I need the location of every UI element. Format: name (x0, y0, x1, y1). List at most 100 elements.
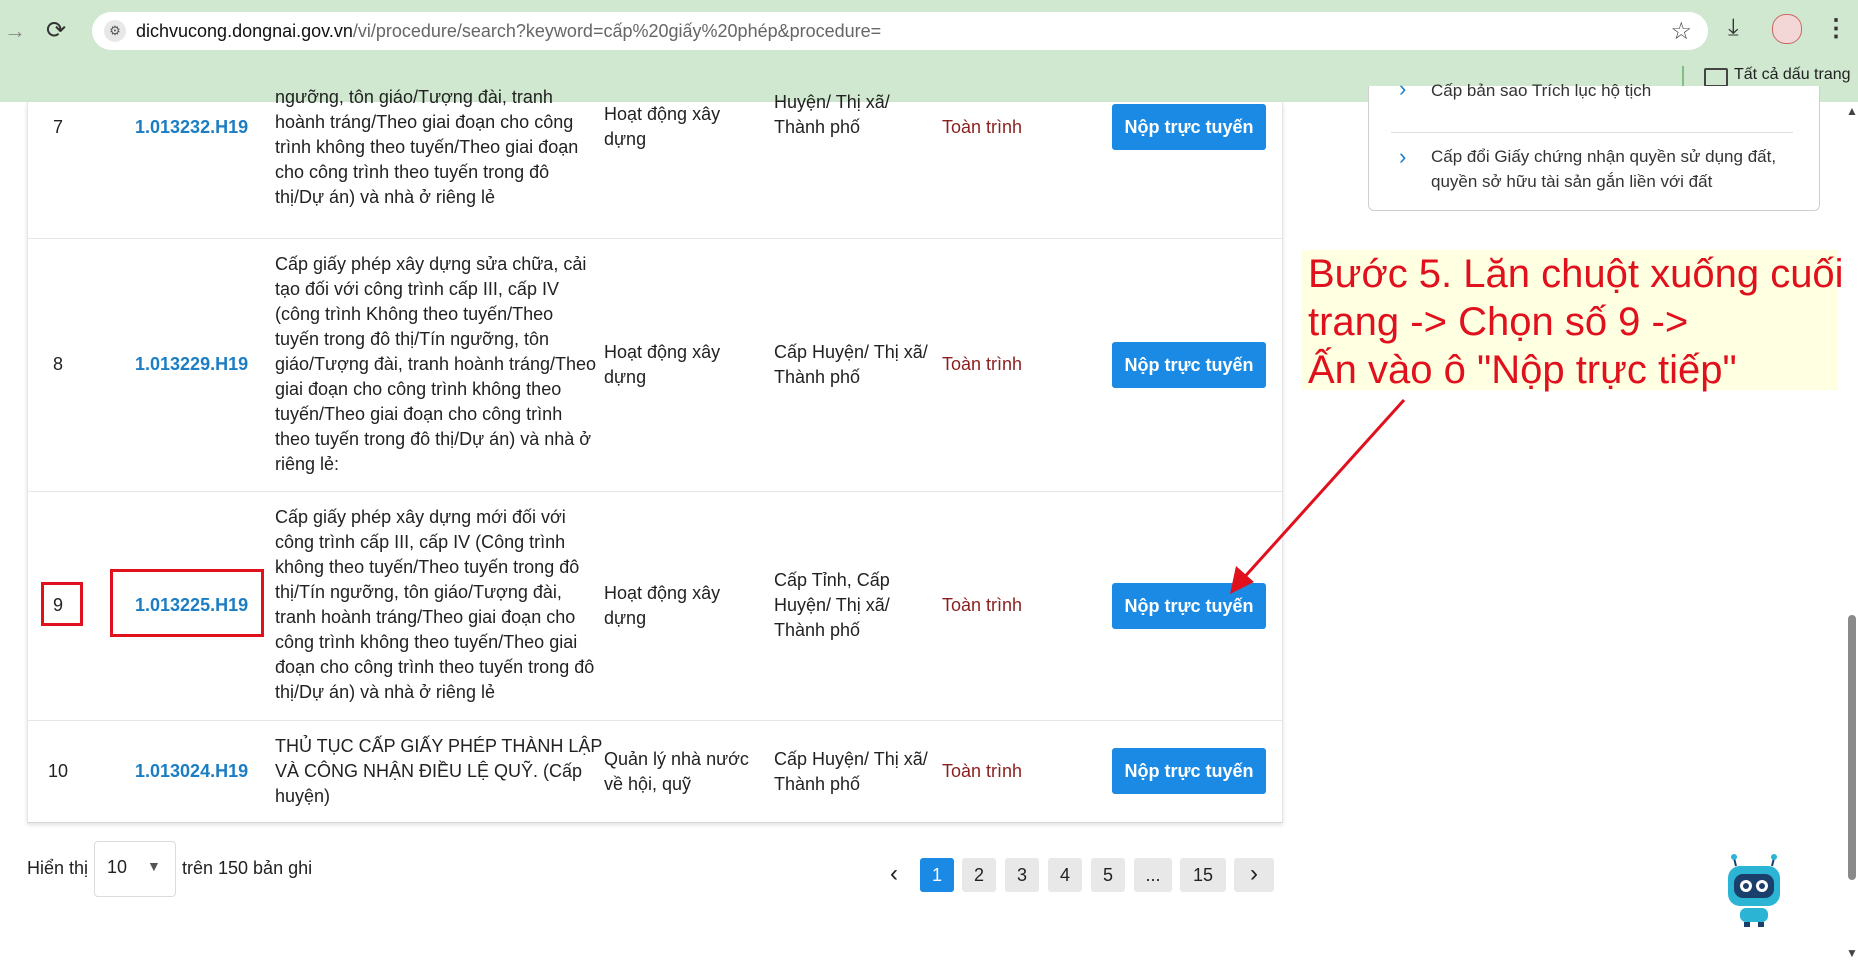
field-line: Quản lý nhà nước (604, 749, 749, 769)
name-line: thị/Dự án) và nhà ở riêng lẻ (275, 187, 495, 207)
highlight-procedure-code (110, 569, 264, 637)
name-line: cho công trình theo tuyến trong đô (275, 162, 550, 182)
page-size-label: Hiển thị (27, 858, 89, 878)
procedure-table: 7 1.013232.H19 ngưỡng, tôn giáo/Tượng đà… (27, 87, 1283, 823)
name-line: giai đoạn cho công trình không theo (275, 379, 562, 399)
pagination-prev-icon[interactable]: ‹ (874, 858, 914, 892)
procedure-type: Toàn trình (942, 595, 1023, 615)
bookmark-divider (1682, 66, 1684, 88)
panel-divider (1391, 132, 1793, 133)
name-line: THỦ TỤC CẤP GIẤY PHÉP THÀNH LẬP (275, 736, 603, 756)
address-bar[interactable]: ⚙ dichvucong.dongnai.gov.vn/vi/procedure… (92, 12, 1708, 50)
pagination-page[interactable]: 1 (920, 858, 954, 892)
procedure-name[interactable]: Cấp giấy phép xây dựng sửa chữa, cải tạo… (275, 252, 615, 477)
tutorial-annotation: Bước 5. Lăn chuột xuống cuối trang -> Ch… (1302, 250, 1844, 392)
scroll-down-icon[interactable]: ▼ (1846, 946, 1858, 960)
level-line: Thành phố (774, 774, 861, 794)
download-icon[interactable]: ⤓ (1728, 14, 1739, 42)
procedure-name[interactable]: THỦ TỤC CẤP GIẤY PHÉP THÀNH LẬP VÀ CÔNG … (275, 734, 615, 809)
pagination-page[interactable]: 3 (1005, 858, 1039, 892)
annotation-line: Bước 5. Lăn chuột xuống cuối (1308, 252, 1844, 296)
link-line: Cấp đổi Giấy chứng nhận quyền sử dụng đấ… (1431, 147, 1777, 166)
level-line: Thành phố (774, 367, 861, 387)
row-number: 7 (52, 117, 63, 137)
pagination-next-icon[interactable]: › (1234, 858, 1274, 892)
site-settings-icon[interactable]: ⚙ (104, 20, 126, 42)
name-line: giáo/Tượng đài, tranh hoành tráng/Theo (275, 354, 597, 374)
scroll-up-icon[interactable]: ▲ (1846, 104, 1858, 118)
pagination-page[interactable]: 4 (1048, 858, 1082, 892)
procedure-level: Cấp Huyện/ Thị xã/ Thành phố (774, 340, 934, 390)
name-line: tạo đối với công trình cấp III, cấp IV (275, 279, 559, 299)
related-procedure-link[interactable]: Cấp đổi Giấy chứng nhận quyền sử dụng đấ… (1431, 144, 1776, 194)
name-line: công trình không theo tuyến/Theo giai (275, 632, 578, 652)
name-line: thị/Tín ngưỡng, tôn giáo/Tượng đài, (275, 582, 562, 602)
name-line: thị/Dự án) và nhà ở riêng lẻ (275, 682, 495, 702)
level-line: Thành phố (774, 620, 861, 640)
pagination-page[interactable]: 2 (962, 858, 996, 892)
bookmark-star-icon[interactable]: ☆ (1670, 17, 1692, 46)
annotation-line: Ấn vào ô "Nộp trực tiếp" (1308, 348, 1737, 392)
all-bookmarks-link[interactable]: Tất cả dấu trang (1734, 66, 1851, 84)
pagination-ellipsis[interactable]: ... (1134, 858, 1172, 892)
submit-online-button[interactable]: Nộp trực tuyến (1112, 342, 1266, 388)
level-line: Cấp Huyện/ Thị xã/ (774, 749, 928, 769)
more-menu-icon[interactable]: ⋮ (1824, 14, 1848, 43)
name-line: VÀ CÔNG NHẬN ĐIỀU LỆ QUỸ. (Cấp (275, 761, 583, 781)
related-procedure-link[interactable]: Cấp bản sao Trích lục hộ tịch (1431, 78, 1651, 103)
pagination-page[interactable]: 15 (1180, 858, 1226, 892)
name-line: (công trình Không theo tuyến/Theo (275, 304, 554, 324)
robot-assistant-icon[interactable] (1722, 852, 1786, 928)
field-line: dựng (604, 608, 647, 628)
name-line: Cấp giấy phép xây dựng mới đối với (275, 507, 566, 527)
url-host: dichvucong.dongnai.gov.vn (136, 21, 353, 41)
page-size-select[interactable]: 10 ▼ (94, 841, 176, 897)
level-line: Huyện/ Thị xã/ (774, 595, 890, 615)
procedure-field: Hoạt động xây dựng (604, 340, 754, 390)
folder-icon (1704, 68, 1728, 87)
name-line: theo tuyến trong đô thị/Dự án) và nhà ở (275, 429, 592, 449)
procedure-level: Cấp Huyện/ Thị xã/ Thành phố (774, 747, 934, 797)
submit-online-button[interactable]: Nộp trực tuyến (1112, 583, 1266, 629)
procedure-name[interactable]: Cấp giấy phép xây dựng mới đối với công … (275, 505, 615, 705)
reload-icon[interactable]: ⟳ (46, 16, 66, 45)
url-text[interactable]: dichvucong.dongnai.gov.vn/vi/procedure/s… (136, 21, 881, 42)
profile-avatar-icon[interactable] (1772, 14, 1802, 44)
submit-online-button[interactable]: Nộp trực tuyến (1112, 104, 1266, 150)
level-line: Thành phố (774, 117, 861, 137)
procedure-type: Toàn trình (942, 354, 1023, 374)
procedure-level: Huyện/ Thị xã/ Thành phố (774, 90, 934, 140)
name-line: không theo tuyến/Theo tuyến trong đô (275, 557, 580, 577)
pagination-page[interactable]: 5 (1091, 858, 1125, 892)
highlight-row-number (41, 582, 83, 626)
total-records-label: trên 150 bản ghi (182, 858, 313, 878)
scrollbar-thumb[interactable] (1848, 615, 1856, 880)
annotation-line: trang -> Chọn số 9 -> (1308, 300, 1689, 344)
chevron-right-icon: › (1399, 144, 1407, 169)
name-line: tuyến/Theo giai đoạn cho công trình (275, 404, 563, 424)
row-number: 8 (52, 354, 63, 374)
name-line: tuyến trong đô thị/Tín ngưỡng, tôn (275, 329, 550, 349)
name-line: riêng lẻ: (275, 454, 340, 474)
field-line: dựng (604, 367, 647, 387)
procedure-code-link[interactable]: 1.013229.H19 (135, 352, 248, 377)
procedure-code-link[interactable]: 1.013024.H19 (135, 759, 248, 784)
name-line: công trình cấp III, cấp IV (Công trình (275, 532, 566, 552)
name-line: huyện) (275, 786, 331, 806)
name-line: trình không theo tuyến/Theo giai đoạn (275, 137, 579, 157)
procedure-code-link[interactable]: 1.013232.H19 (135, 115, 248, 140)
url-path: /vi/procedure/search?keyword=cấp%20giấy%… (352, 21, 882, 41)
submit-online-button[interactable]: Nộp trực tuyến (1112, 748, 1266, 794)
page-size-value: 10 (107, 857, 128, 877)
procedure-field: Hoạt động xây dựng (604, 102, 754, 152)
forward-arrow-icon[interactable]: → (4, 18, 26, 44)
level-line: Huyện/ Thị xã/ (774, 92, 890, 112)
name-line: hoành tráng/Theo giai đoạn cho công (275, 112, 574, 132)
field-line: Hoạt động xây (604, 104, 721, 124)
level-line: Cấp Huyện/ Thị xã/ (774, 342, 928, 362)
name-line: Cấp giấy phép xây dựng sửa chữa, cải (275, 254, 587, 274)
procedure-field: Hoạt động xây dựng (604, 581, 754, 631)
name-line: ngưỡng, tôn giáo/Tượng đài, tranh (275, 87, 553, 107)
caret-down-icon: ▼ (147, 858, 161, 874)
procedure-name[interactable]: ngưỡng, tôn giáo/Tượng đài, tranh hoành … (275, 85, 615, 210)
